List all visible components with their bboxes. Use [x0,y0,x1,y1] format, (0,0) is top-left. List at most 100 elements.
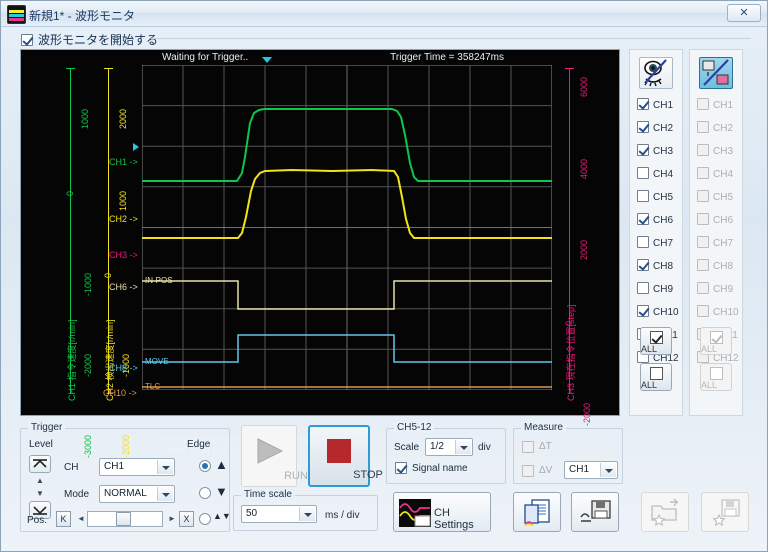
channel-invert-label-ch8: CH8 [713,261,734,272]
uncheck-all-box [649,367,663,380]
level-down-button[interactable]: ▼ [33,488,47,500]
ch5-12-scale-label: Scale [394,442,420,453]
pos-end-button[interactable]: X [179,511,194,527]
channel-visible-label-ch8: CH8 [653,261,674,272]
invert-signal-icon[interactable] [699,57,733,89]
signal-name-checkbox[interactable] [395,462,407,474]
axis-ch1-tick-3: -2000 [83,354,94,378]
edge-both-label: ▲▼ [213,511,231,521]
channel-visible-row-ch4[interactable]: CH4 [637,167,673,181]
graph-status-left: Waiting for Trigger.. [162,52,249,63]
channel-visibility-panel: CH1CH2CH3CH4CH5CH6CH7CH8CH9CH10CH11CH12 … [629,49,683,416]
chevron-down-icon[interactable] [299,507,315,521]
channel-visible-checkbox-ch9[interactable] [637,282,649,294]
pos-slider[interactable] [87,511,163,527]
trigger-ch-value: CH1 [104,461,125,472]
ch-settings-label: CH Settings [434,507,474,531]
open-favorite-button [641,492,689,532]
channel-visible-checkbox-ch5[interactable] [637,190,649,202]
channel-visible-label-ch7: CH7 [653,238,674,249]
level-up-button[interactable]: ▲ [33,475,47,487]
channel-visible-checkbox-ch8[interactable] [637,259,649,271]
pos-right-button[interactable]: ► [165,513,179,525]
channel-invert-checkbox-ch6 [697,213,709,225]
start-monitor-checkbox[interactable] [21,34,33,46]
trigger-position-marker[interactable] [262,57,272,63]
delta-v-checkbox[interactable] [522,465,534,477]
delta-v-label: ΔV [539,465,553,476]
channel-visible-checkbox-ch1[interactable] [637,98,649,110]
time-scale-select[interactable]: 50 [241,505,317,523]
delta-t-checkbox[interactable] [522,441,534,453]
edge-both-radio[interactable] [199,513,211,525]
channel-invert-label-ch2: CH2 [713,123,734,134]
channel-invert-checkbox-ch4 [697,167,709,179]
channel-visible-checkbox-ch7[interactable] [637,236,649,248]
start-monitor-row[interactable]: 波形モニタを開始する [21,31,158,47]
channel-visible-checkbox-ch10[interactable] [637,305,649,317]
signal-name-move: MOVE [145,357,169,366]
axis-ch1-tick-2: -1000 [83,273,94,297]
channel-visible-checkbox-ch4[interactable] [637,167,649,179]
ch-settings-button[interactable]: CH Settings [393,492,491,532]
plot-area[interactable] [142,57,552,390]
channel-visible-label-ch5: CH5 [653,192,674,203]
stop-button[interactable]: STOP [308,425,383,487]
chevron-down-icon[interactable] [157,487,173,501]
trigger-ch-select[interactable]: CH1 [99,458,175,476]
time-scale-group: Time scale 50 ms / div [233,489,378,531]
channel-visible-checkbox-ch6[interactable] [637,213,649,225]
invert-check-all-label: ALL [701,344,718,354]
eye-slash-icon[interactable] [639,57,673,89]
axis-ch1: 1000 0 -1000 -2000 -3000 CH1 指令速度[r/min] [65,68,93,458]
channel-visible-row-ch5[interactable]: CH5 [637,190,673,204]
channel-invert-checkbox-ch8 [697,259,709,271]
start-monitor-label: 波形モニタを開始する [38,33,159,47]
check-all-box [649,331,663,344]
close-button[interactable]: ✕ [727,4,761,22]
window-title: 新規1* - 波形モニタ [29,9,136,23]
edge-rising-radio[interactable] [199,460,211,472]
channel-visible-checkbox-ch3[interactable] [637,144,649,156]
signal-name-label: Signal name [412,463,468,474]
pos-home-button[interactable]: K [56,511,71,527]
pos-left-button[interactable]: ◄ [74,513,88,525]
edge-falling-label: ▼ [215,484,228,499]
channel-visible-row-ch9[interactable]: CH9 [637,282,673,296]
channel-invert-checkbox-ch2 [697,121,709,133]
channel-visible-row-ch8[interactable]: CH8 [637,259,673,273]
chevron-down-icon[interactable] [157,460,173,474]
check-all-button[interactable]: ALL [640,327,672,355]
axis-ch2: 2000 1000 0 -1000 -2000 CH2 検出速度[r/min] [103,68,131,458]
save-waveform-button[interactable] [571,492,619,532]
uncheck-all-button[interactable]: ALL [640,363,672,391]
channel-invert-row-ch5: CH5 [697,190,733,204]
channel-visible-checkbox-ch2[interactable] [637,121,649,133]
trigger-group-title: Trigger [28,422,66,433]
edge-falling-radio[interactable] [199,487,211,499]
measure-ch-select[interactable]: CH1 [564,461,618,479]
waveform-graph[interactable]: Waiting for Trigger.. Trigger Time = 358… [20,49,620,458]
channel-invert-row-ch2: CH2 [697,121,733,135]
chevron-down-icon[interactable] [455,440,471,454]
measure-group: Measure ΔT ΔV CH1 [513,422,623,484]
trigger-mode-select[interactable]: NORMAL [99,485,175,503]
trigger-level-marker[interactable] [133,143,139,151]
copy-document-button[interactable] [513,492,561,532]
chevron-down-icon[interactable] [600,463,616,477]
channel-visible-row-ch10[interactable]: CH10 [637,305,679,319]
channel-visible-row-ch2[interactable]: CH2 [637,121,673,135]
pos-slider-thumb[interactable] [116,512,131,526]
axis-ch1-title: CH1 指令速度[r/min] [67,319,77,401]
channel-visible-row-ch1[interactable]: CH1 [637,98,673,112]
channel-visible-label-ch2: CH2 [653,123,674,134]
level-top-button[interactable] [29,455,51,473]
channel-visible-label-ch4: CH4 [653,169,674,180]
channel-visible-row-ch3[interactable]: CH3 [637,144,673,158]
channel-invert-row-ch8: CH8 [697,259,733,273]
trigger-group: Trigger Level Edge ▲ ▼ CH CH1 Mode NORMA… [20,422,231,532]
axis-ch3-tick-0: 6000 [579,77,590,98]
channel-visible-row-ch6[interactable]: CH6 [637,213,673,227]
ch5-12-scale-select[interactable]: 1/2 [425,438,473,456]
channel-visible-row-ch7[interactable]: CH7 [637,236,673,250]
